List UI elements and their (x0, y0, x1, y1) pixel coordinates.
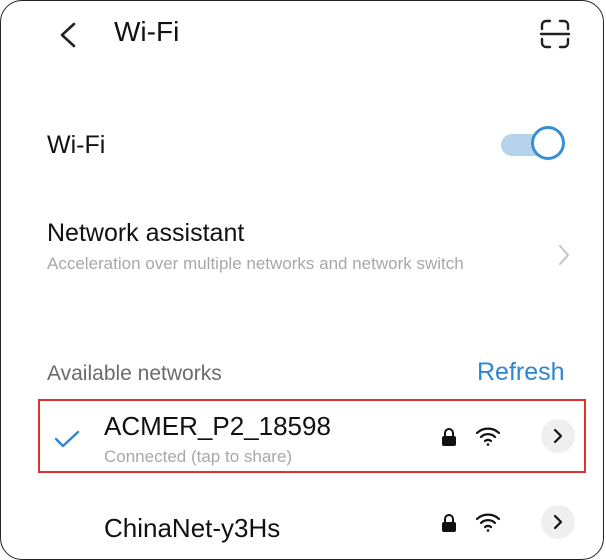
back-arrow-icon[interactable] (57, 21, 79, 49)
network-item[interactable]: ChinaNet-y3Hs (1, 501, 603, 559)
chevron-right-icon (553, 428, 563, 444)
checkmark-icon (53, 429, 81, 449)
lock-icon (441, 427, 457, 447)
refresh-button[interactable]: Refresh (477, 358, 565, 387)
chevron-right-icon (557, 243, 571, 267)
network-details-button[interactable] (541, 505, 575, 539)
network-assistant-title: Network assistant (47, 219, 245, 247)
scan-qr-icon[interactable] (539, 18, 571, 50)
network-status: Connected (tap to share) (104, 447, 293, 466)
screen: Wi-Fi Wi-Fi Network assistant Accelerati… (0, 0, 604, 560)
wifi-signal-icon (475, 511, 501, 533)
wifi-toggle-label: Wi-Fi (47, 131, 106, 159)
network-assistant-subtitle: Acceleration over multiple networks and … (47, 254, 464, 273)
chevron-right-icon (553, 514, 563, 530)
lock-icon (441, 513, 457, 533)
toggle-knob (531, 126, 565, 160)
network-assistant-row[interactable]: Network assistant Acceleration over mult… (1, 211, 603, 301)
page-title: Wi-Fi (114, 16, 180, 47)
wifi-signal-icon (475, 425, 501, 447)
network-details-button[interactable] (541, 419, 575, 453)
network-name: ACMER_P2_18598 (104, 411, 331, 441)
network-name: ChinaNet-y3Hs (104, 513, 281, 543)
wifi-toggle[interactable] (501, 125, 569, 165)
available-networks-label: Available networks (47, 362, 222, 385)
network-item-connected[interactable]: ACMER_P2_18598 Connected (tap to share) (1, 399, 603, 473)
